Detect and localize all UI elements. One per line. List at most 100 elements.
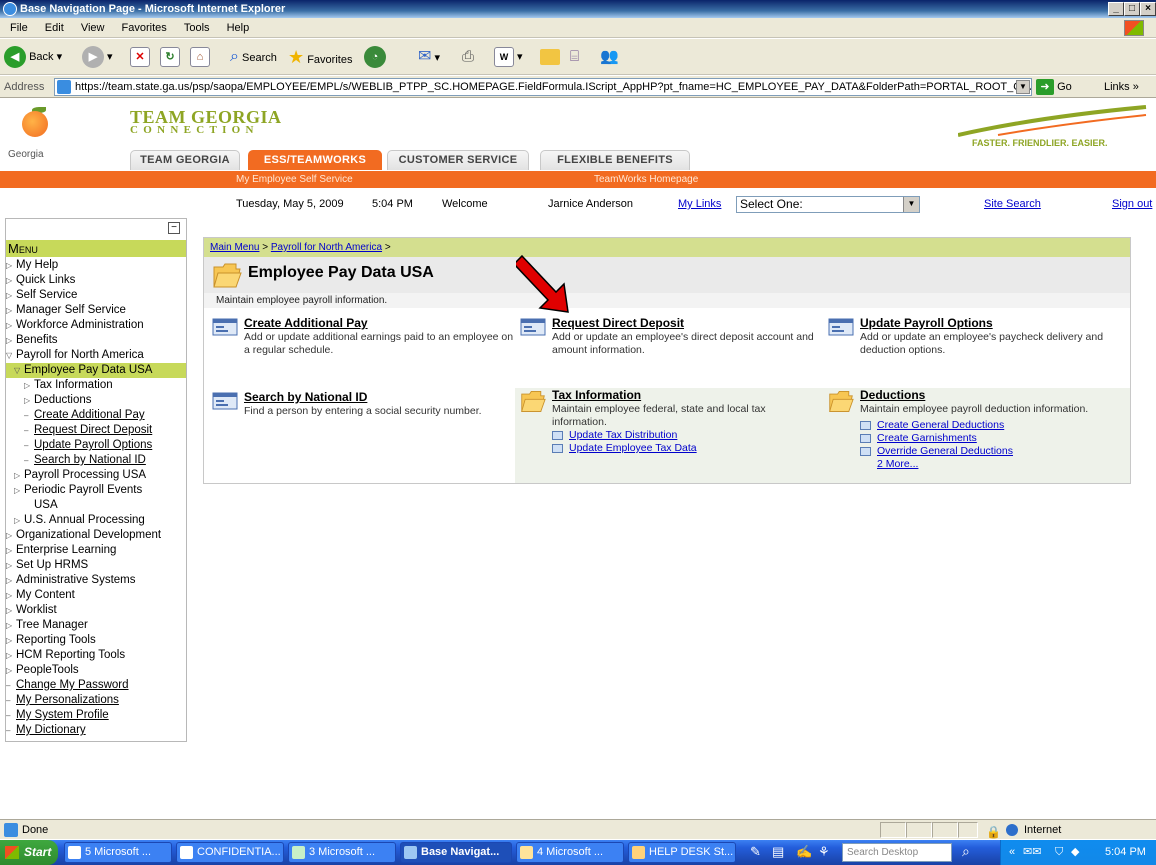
print-button[interactable]: ⎙ (462, 45, 474, 69)
create-additional-pay-link[interactable]: Create Additional Pay (244, 316, 516, 330)
menu-item-benefits[interactable]: ▷ Benefits (6, 333, 186, 348)
menu-item-us-annual[interactable]: ▷ U.S. Annual Processing (6, 513, 186, 528)
messenger-button[interactable]: 👥 (600, 45, 619, 69)
my-links-label[interactable]: My Links (678, 190, 721, 218)
menu-tools[interactable]: Tools (184, 22, 210, 34)
tray-shield-icon[interactable]: ⛉ (1055, 840, 1063, 865)
links-toolbar[interactable]: Links » (1104, 76, 1139, 98)
menu-item-workforce-admin[interactable]: ▷ Workforce Administration (6, 318, 186, 333)
tab-team-georgia[interactable]: TEAM GEORGIA (130, 150, 240, 170)
menu-item-payroll-processing[interactable]: ▷ Payroll Processing USA (6, 468, 186, 483)
desktop-search-input[interactable]: Search Desktop (842, 843, 952, 862)
menu-item-my-system-profile[interactable]: – My System Profile (6, 708, 186, 723)
my-links-select[interactable]: Select One: ▼ (736, 196, 920, 213)
quicklaunch-icon[interactable]: ▤ (772, 844, 784, 860)
menu-help[interactable]: Help (227, 22, 250, 34)
favorites-button[interactable]: ★ Favorites (288, 45, 352, 69)
update-payroll-options-link[interactable]: Update Payroll Options (860, 316, 1132, 330)
stop-button[interactable]: ✕ (130, 45, 150, 69)
tab-customer-service[interactable]: CUSTOMER SERVICE (387, 150, 529, 170)
quicklaunch-icon[interactable]: ✍ (796, 844, 812, 860)
address-dropdown-icon[interactable]: ▼ (1016, 80, 1030, 94)
tax-information-link[interactable]: Tax Information (552, 388, 814, 402)
menu-item-search-national-id[interactable]: – Search by National ID (6, 453, 186, 468)
maximize-button[interactable]: □ (1124, 2, 1140, 16)
site-search-link[interactable]: Site Search (984, 190, 1041, 218)
menu-view[interactable]: View (81, 22, 105, 34)
close-button[interactable]: × (1140, 2, 1156, 16)
menu-favorites[interactable]: Favorites (122, 22, 167, 34)
task-help-desk[interactable]: HELP DESK St... (628, 842, 736, 863)
update-employee-tax-data-link[interactable]: Update Employee Tax Data (552, 442, 814, 455)
forward-button[interactable]: ▶ ▾ (82, 45, 113, 69)
override-general-deductions-link[interactable]: Override General Deductions (860, 445, 1130, 458)
sign-out-link[interactable]: Sign out (1112, 190, 1152, 218)
quicklaunch-icon[interactable]: ⚘ (818, 844, 830, 860)
refresh-button[interactable]: ↻ (160, 45, 180, 69)
menu-edit[interactable]: Edit (45, 22, 64, 34)
menu-item-my-content[interactable]: ▷ My Content (6, 588, 186, 603)
subnav-teamworks-link[interactable]: TeamWorks Homepage (594, 171, 698, 188)
menu-item-periodic-payroll[interactable]: ▷ Periodic Payroll Events (6, 483, 186, 498)
history-button[interactable]: ◔ (364, 45, 386, 69)
edit-button[interactable]: W ▾ (494, 45, 523, 69)
tab-ess-teamworks[interactable]: ESS/TEAMWORKS (248, 150, 382, 170)
search-button[interactable]: ⌕ Search (230, 45, 277, 69)
menu-item-set-up-hrms[interactable]: ▷ Set Up HRMS (6, 558, 186, 573)
menu-item-deductions[interactable]: ▷ Deductions (6, 393, 186, 408)
menu-item-my-help[interactable]: ▷ My Help (6, 258, 186, 273)
menu-file[interactable]: File (10, 22, 28, 34)
menu-item-create-additional-pay[interactable]: – Create Additional Pay (6, 408, 186, 423)
research-button[interactable]: ⌸ (570, 45, 579, 69)
create-general-deductions-link[interactable]: Create General Deductions (860, 419, 1130, 432)
subnav-ess-link[interactable]: My Employee Self Service (236, 171, 353, 188)
task-outlook[interactable]: 4 Microsoft ... (516, 842, 624, 863)
more-deductions-link[interactable]: 2 More... (860, 458, 1130, 471)
tray-mail-icon[interactable]: ✉✉ (1023, 840, 1041, 865)
menu-item-manager-self-service[interactable]: ▷ Manager Self Service (6, 303, 186, 318)
search-national-id-link[interactable]: Search by National ID (244, 390, 516, 404)
menu-item-update-payroll-options[interactable]: – Update Payroll Options (6, 438, 186, 453)
menu-item-quick-links[interactable]: ▷ Quick Links (6, 273, 186, 288)
menu-item-worklist[interactable]: ▷ Worklist (6, 603, 186, 618)
discuss-button[interactable] (540, 45, 560, 69)
menu-item-employee-pay-data[interactable]: ▽ Employee Pay Data USA (6, 363, 186, 378)
tray-expand-icon[interactable]: « (1009, 840, 1015, 865)
menu-item-org-development[interactable]: ▷ Organizational Development (6, 528, 186, 543)
menu-item-reporting-tools[interactable]: ▷ Reporting Tools (6, 633, 186, 648)
minimize-button[interactable]: _ (1108, 2, 1124, 16)
collapse-icon[interactable]: − (168, 222, 180, 234)
address-input[interactable]: https://team.state.ga.us/psp/saopa/EMPLO… (54, 78, 1032, 96)
breadcrumb-main-menu[interactable]: Main Menu (210, 242, 259, 253)
create-garnishments-link[interactable]: Create Garnishments (860, 432, 1130, 445)
task-word[interactable]: 5 Microsoft ... (64, 842, 172, 863)
menu-item-periodic-payroll-usa[interactable]: USA (6, 498, 186, 513)
task-excel[interactable]: 3 Microsoft ... (288, 842, 396, 863)
task-base-navigation[interactable]: Base Navigat... (400, 842, 512, 863)
task-confidential[interactable]: CONFIDENTIA... (176, 842, 284, 863)
request-direct-deposit-link[interactable]: Request Direct Deposit (552, 316, 824, 330)
update-tax-distribution-link[interactable]: Update Tax Distribution (552, 429, 814, 442)
tray-network-icon[interactable]: ◆ (1071, 840, 1079, 865)
home-button[interactable]: ⌂ (190, 45, 210, 69)
start-button[interactable]: Start (0, 840, 58, 865)
menu-item-request-direct-deposit[interactable]: – Request Direct Deposit (6, 423, 186, 438)
quicklaunch-icon[interactable]: ✎ (750, 844, 761, 860)
deductions-link[interactable]: Deductions (860, 388, 1130, 402)
mail-button[interactable]: ✉ ▾ (418, 45, 440, 69)
breadcrumb-payroll[interactable]: Payroll for North America (271, 242, 382, 253)
tab-flexible-benefits[interactable]: FLEXIBLE BENEFITS (540, 150, 690, 170)
menu-item-hcm-reporting[interactable]: ▷ HCM Reporting Tools (6, 648, 186, 663)
menu-item-my-personalizations[interactable]: – My Personalizations (6, 693, 186, 708)
menu-item-tree-manager[interactable]: ▷ Tree Manager (6, 618, 186, 633)
menu-item-payroll-na[interactable]: ▽ Payroll for North America (6, 348, 186, 363)
back-button[interactable]: ◀ Back ▾ (4, 45, 62, 69)
menu-item-enterprise-learning[interactable]: ▷ Enterprise Learning (6, 543, 186, 558)
menu-item-my-dictionary[interactable]: – My Dictionary (6, 723, 186, 738)
menu-item-change-password[interactable]: – Change My Password (6, 678, 186, 693)
menu-item-admin-systems[interactable]: ▷ Administrative Systems (6, 573, 186, 588)
menu-item-self-service[interactable]: ▷ Self Service (6, 288, 186, 303)
menu-item-peopletools[interactable]: ▷ PeopleTools (6, 663, 186, 678)
search-icon[interactable]: ⌕ (962, 843, 970, 860)
menu-item-tax-information[interactable]: ▷ Tax Information (6, 378, 186, 393)
